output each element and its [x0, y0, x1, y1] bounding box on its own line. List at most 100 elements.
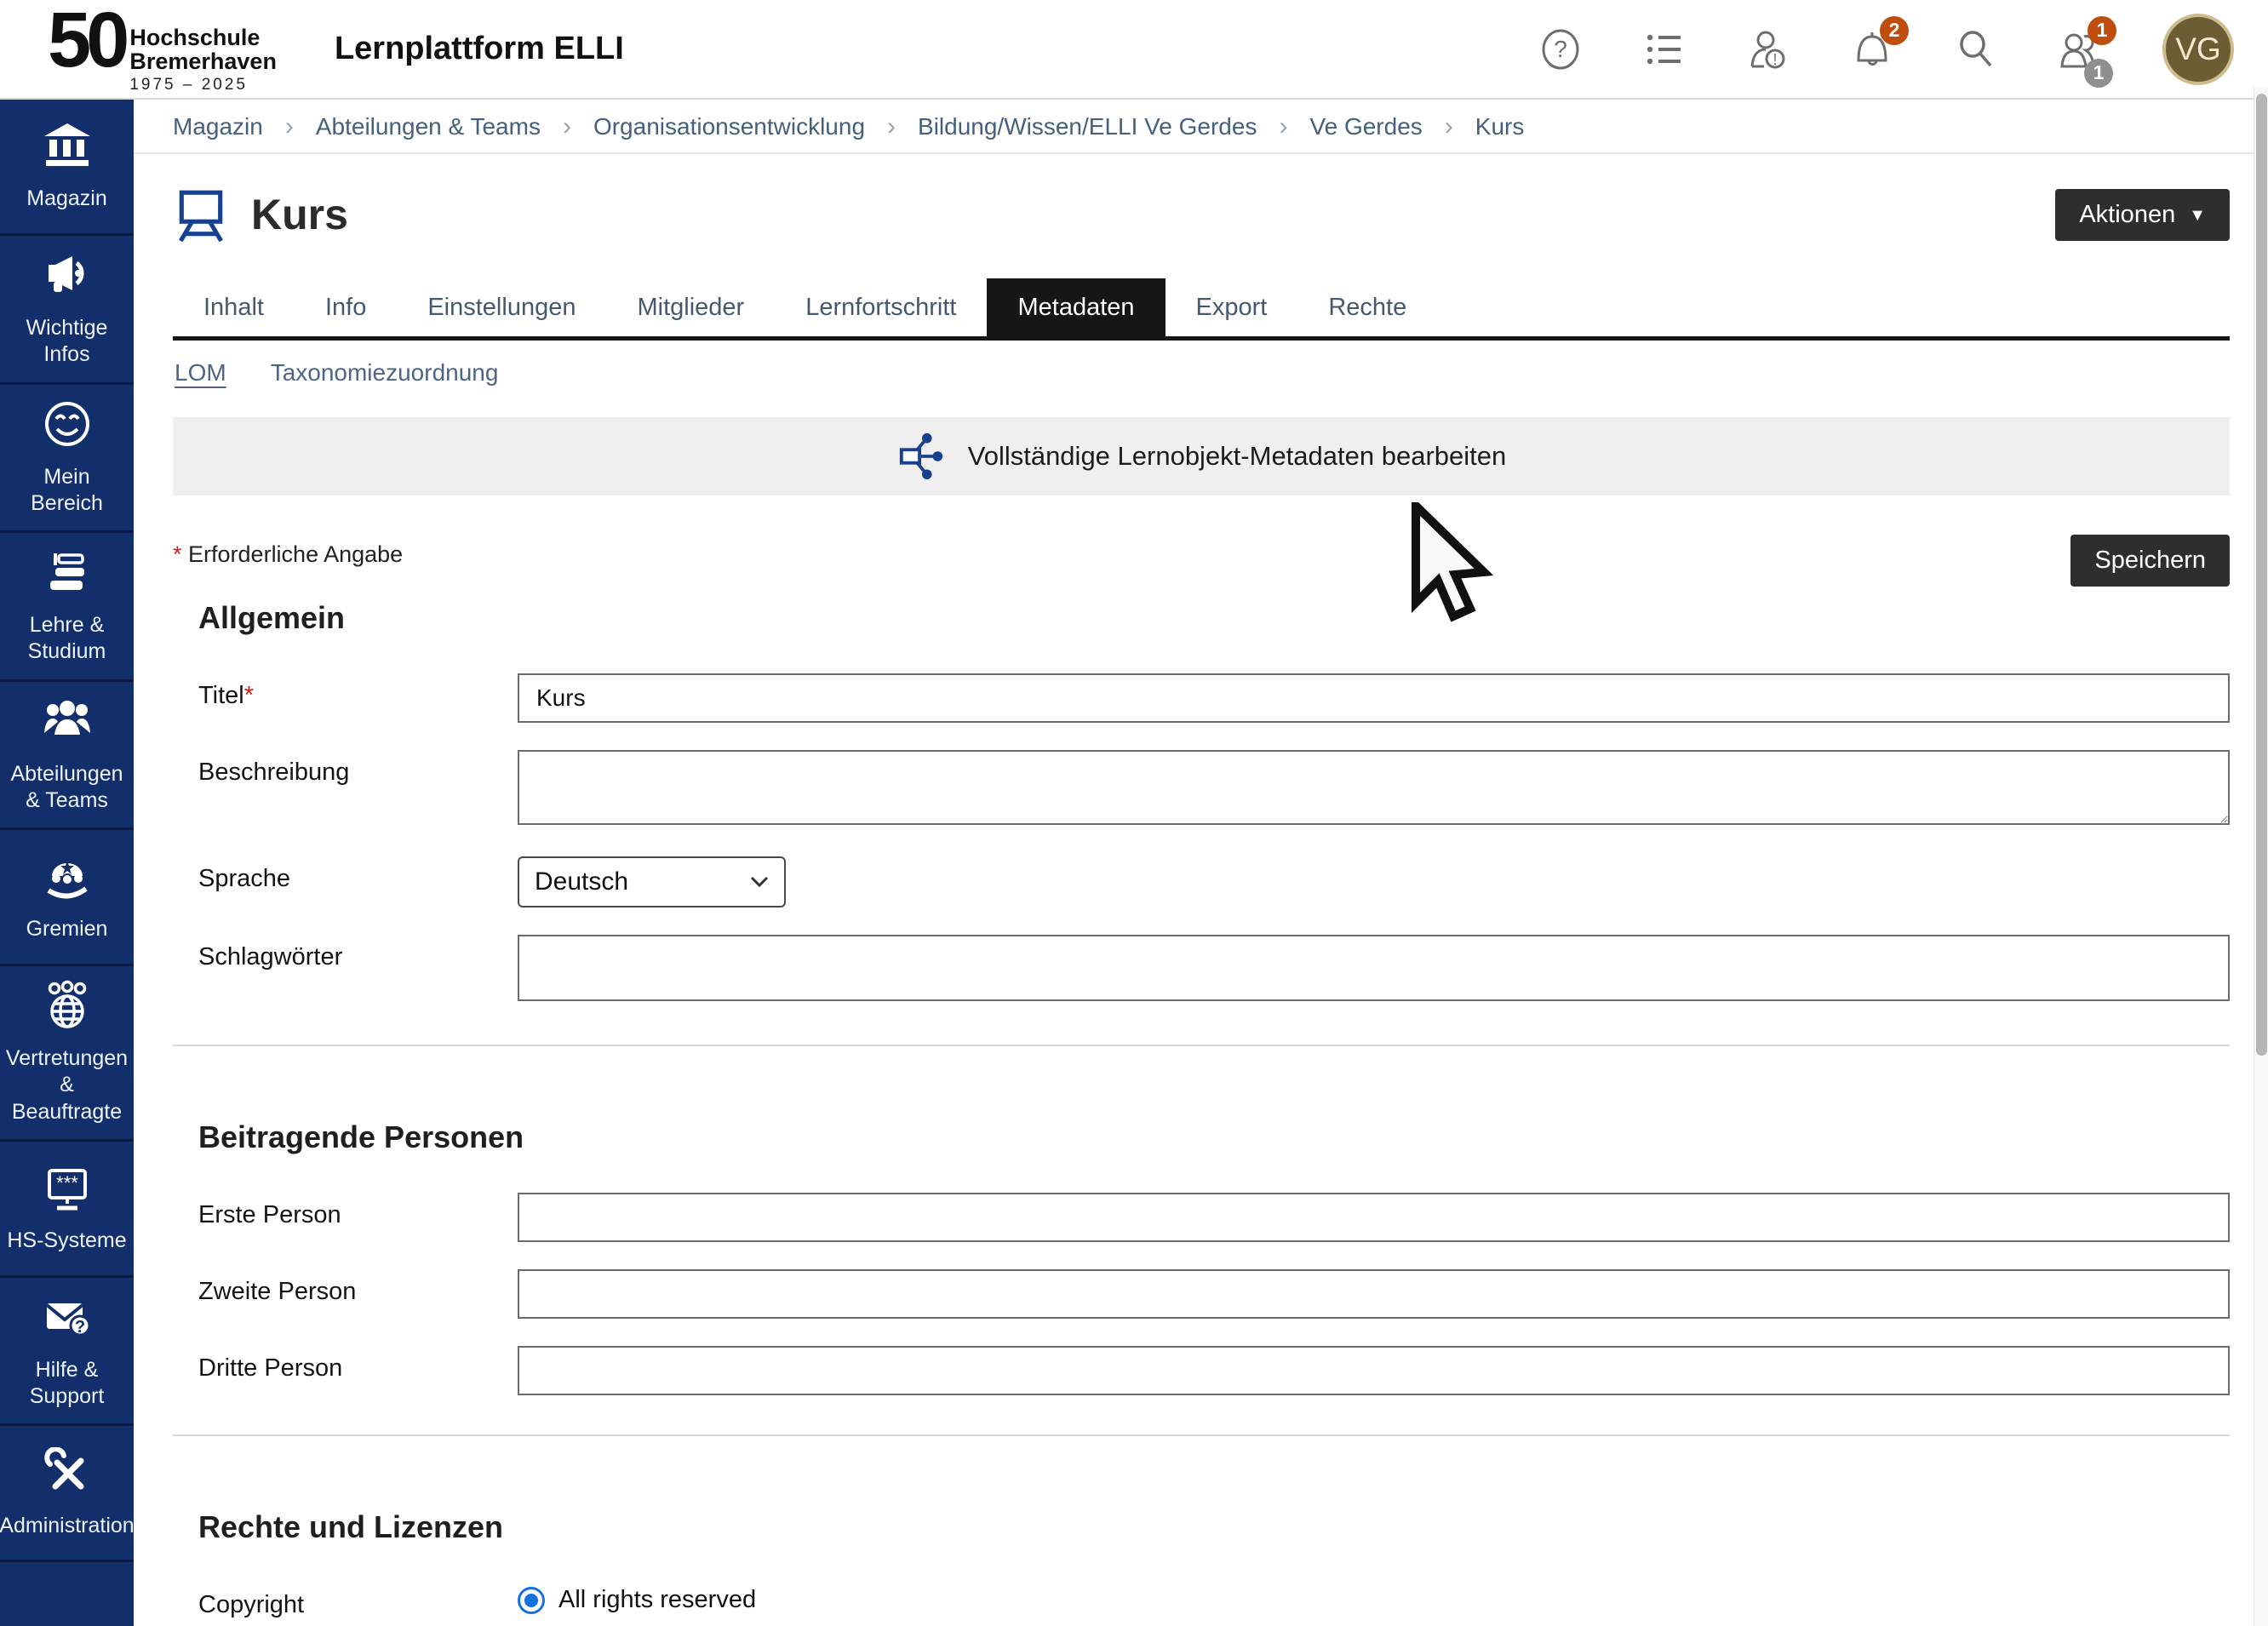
- section-title-rechte: Rechte und Lizenzen: [198, 1509, 2230, 1545]
- sidebar-item-label: Gremien: [26, 916, 108, 942]
- app-window: 50 Hochschule Bremerhaven 1975 – 2025 Le…: [0, 0, 2268, 1626]
- help-icon[interactable]: ?: [1539, 28, 1582, 71]
- svg-text:!: !: [1773, 51, 1777, 68]
- main-sidebar: Magazin Wichtige Infos Mein Bereich: [0, 100, 134, 1626]
- share-node-icon: [896, 432, 946, 481]
- tab-export[interactable]: Export: [1166, 278, 1298, 336]
- titel-input[interactable]: [518, 673, 2230, 723]
- svg-text:?: ?: [1554, 36, 1567, 62]
- logo-name-line2: Bremerhaven: [129, 49, 277, 73]
- breadcrumb-separator-icon: ›: [887, 112, 896, 141]
- tab-mitglieder[interactable]: Mitglieder: [606, 278, 775, 336]
- breadcrumb-item[interactable]: Magazin: [173, 113, 263, 140]
- section-title-beitragende: Beitragende Personen: [198, 1119, 2230, 1155]
- sidebar-item-hilfe-support[interactable]: ? Hilfe & Support: [0, 1278, 134, 1427]
- list-menu-icon[interactable]: [1643, 28, 1686, 71]
- tab-lernfortschritt[interactable]: Lernfortschritt: [775, 278, 987, 336]
- section-divider: [173, 1045, 2230, 1046]
- titel-label: Titel*: [173, 673, 518, 723]
- sidebar-item-abteilungen-teams[interactable]: Abteilungen & Teams: [0, 682, 134, 831]
- top-header: 50 Hochschule Bremerhaven 1975 – 2025 Le…: [0, 0, 2268, 100]
- chevron-down-icon: [750, 876, 769, 888]
- breadcrumb-item[interactable]: Kurs: [1475, 113, 1525, 140]
- logo-name-line1: Hochschule: [129, 26, 277, 49]
- aktionen-button[interactable]: Aktionen▼: [2055, 189, 2230, 241]
- form-row-sprache: Sprache Deutsch: [173, 856, 2230, 907]
- section-title-allgemein: Allgemein: [198, 600, 2230, 636]
- required-asterisk: *: [244, 682, 254, 709]
- breadcrumb-item[interactable]: Bildung/Wissen/ELLI Ve Gerdes: [918, 113, 1257, 140]
- breadcrumb-item[interactable]: Organisationsentwicklung: [593, 113, 865, 140]
- sidebar-item-magazin[interactable]: Magazin: [0, 100, 134, 236]
- main-area: Magazin › Abteilungen & Teams › Organisa…: [134, 101, 2254, 1626]
- form-row-zweite-person: Zweite Person: [173, 1269, 2230, 1319]
- tab-einstellungen[interactable]: Einstellungen: [397, 278, 606, 336]
- schlagwoerter-label: Schlagwörter: [173, 935, 518, 1005]
- header-toolbar: ? !: [1539, 14, 2234, 85]
- mail-question-icon: ?: [42, 1291, 93, 1347]
- sidebar-item-label: Mein Bereich: [5, 464, 129, 518]
- sidebar-item-label: HS-Systeme: [7, 1228, 126, 1254]
- monitor-icon: ***: [42, 1162, 93, 1217]
- sidebar-item-label: Wichtige Infos: [5, 315, 129, 369]
- beschreibung-textarea[interactable]: [518, 750, 2230, 825]
- tab-bar: Inhalt Info Einstellungen Mitglieder Ler…: [173, 278, 2230, 341]
- megaphone-icon: [42, 249, 93, 305]
- caret-down-icon: ▼: [2189, 206, 2206, 226]
- notifications-bell-icon[interactable]: 2: [1851, 28, 1893, 71]
- tab-metadaten[interactable]: Metadaten: [987, 278, 1165, 336]
- page-title: Kurs: [251, 190, 348, 239]
- sidebar-item-hs-systeme[interactable]: *** HS-Systeme: [0, 1142, 134, 1278]
- schlagwoerter-textarea[interactable]: [518, 935, 2230, 1001]
- search-icon[interactable]: [1955, 28, 1997, 71]
- logo-years: 1975 – 2025: [129, 76, 277, 94]
- form-row-schlagwoerter: Schlagwörter: [173, 935, 2230, 1005]
- logo-50-mark: 50: [48, 3, 124, 77]
- form-row-erste-person: Erste Person: [173, 1193, 2230, 1242]
- beschreibung-label: Beschreibung: [173, 750, 518, 829]
- smiley-icon: [42, 398, 93, 454]
- breadcrumb-separator-icon: ›: [563, 112, 571, 141]
- tab-info[interactable]: Info: [295, 278, 397, 336]
- breadcrumb-separator-icon: ›: [285, 112, 294, 141]
- subtab-lom[interactable]: LOM: [175, 359, 226, 386]
- edit-full-metadata-banner[interactable]: Vollständige Lernobjekt-Metadaten bearbe…: [173, 417, 2230, 495]
- zweite-person-input[interactable]: [518, 1269, 2230, 1319]
- tab-inhalt[interactable]: Inhalt: [173, 278, 295, 336]
- scrollbar-thumb[interactable]: [2256, 94, 2267, 1056]
- breadcrumb-separator-icon: ›: [1445, 112, 1453, 141]
- subtab-bar: LOM Taxonomiezuordnung: [173, 359, 2230, 386]
- sidebar-item-lehre-studium[interactable]: Lehre & Studium: [0, 533, 134, 682]
- form-row-titel: Titel*: [173, 673, 2230, 723]
- sidebar-item-vertretungen-beauftragte[interactable]: Vertretungen & Beauftragte: [0, 966, 134, 1142]
- books-icon: [42, 547, 93, 602]
- sprache-select[interactable]: Deutsch: [518, 856, 786, 907]
- sidebar-item-label: Lehre & Studium: [5, 612, 129, 666]
- erste-person-input[interactable]: [518, 1193, 2230, 1242]
- speichern-button[interactable]: Speichern: [2070, 535, 2230, 587]
- user-avatar[interactable]: VG: [2162, 14, 2234, 85]
- sidebar-item-gremien[interactable]: Gremien: [0, 830, 134, 966]
- sidebar-item-administration[interactable]: Administration: [0, 1426, 134, 1562]
- zweite-person-label: Zweite Person: [173, 1269, 518, 1319]
- page-title-row: Kurs Aktionen▼: [173, 176, 2230, 253]
- copyright-label: Copyright: [173, 1583, 518, 1619]
- erste-person-label: Erste Person: [173, 1193, 518, 1242]
- breadcrumb-item[interactable]: Ve Gerdes: [1309, 113, 1422, 140]
- copyright-radio[interactable]: [518, 1587, 545, 1614]
- vertical-scrollbar[interactable]: [2254, 88, 2268, 1626]
- tools-icon: [42, 1447, 93, 1503]
- breadcrumb-item[interactable]: Abteilungen & Teams: [316, 113, 541, 140]
- dritte-person-input[interactable]: [518, 1346, 2230, 1395]
- sprache-selected-value: Deutsch: [535, 867, 628, 896]
- who-is-online-icon[interactable]: !: [1747, 28, 1790, 71]
- committee-icon: [42, 850, 93, 906]
- sidebar-item-wichtige-infos[interactable]: Wichtige Infos: [0, 236, 134, 385]
- contacts-icon[interactable]: 1 1: [2059, 28, 2101, 71]
- subtab-taxonomiezuordnung[interactable]: Taxonomiezuordnung: [271, 359, 499, 386]
- globe-people-icon: [42, 980, 93, 1035]
- contacts-badge-new: 1: [2088, 16, 2116, 45]
- banner-label: Vollständige Lernobjekt-Metadaten bearbe…: [968, 441, 1507, 472]
- sidebar-item-mein-bereich[interactable]: Mein Bereich: [0, 385, 134, 534]
- tab-rechte[interactable]: Rechte: [1297, 278, 1437, 336]
